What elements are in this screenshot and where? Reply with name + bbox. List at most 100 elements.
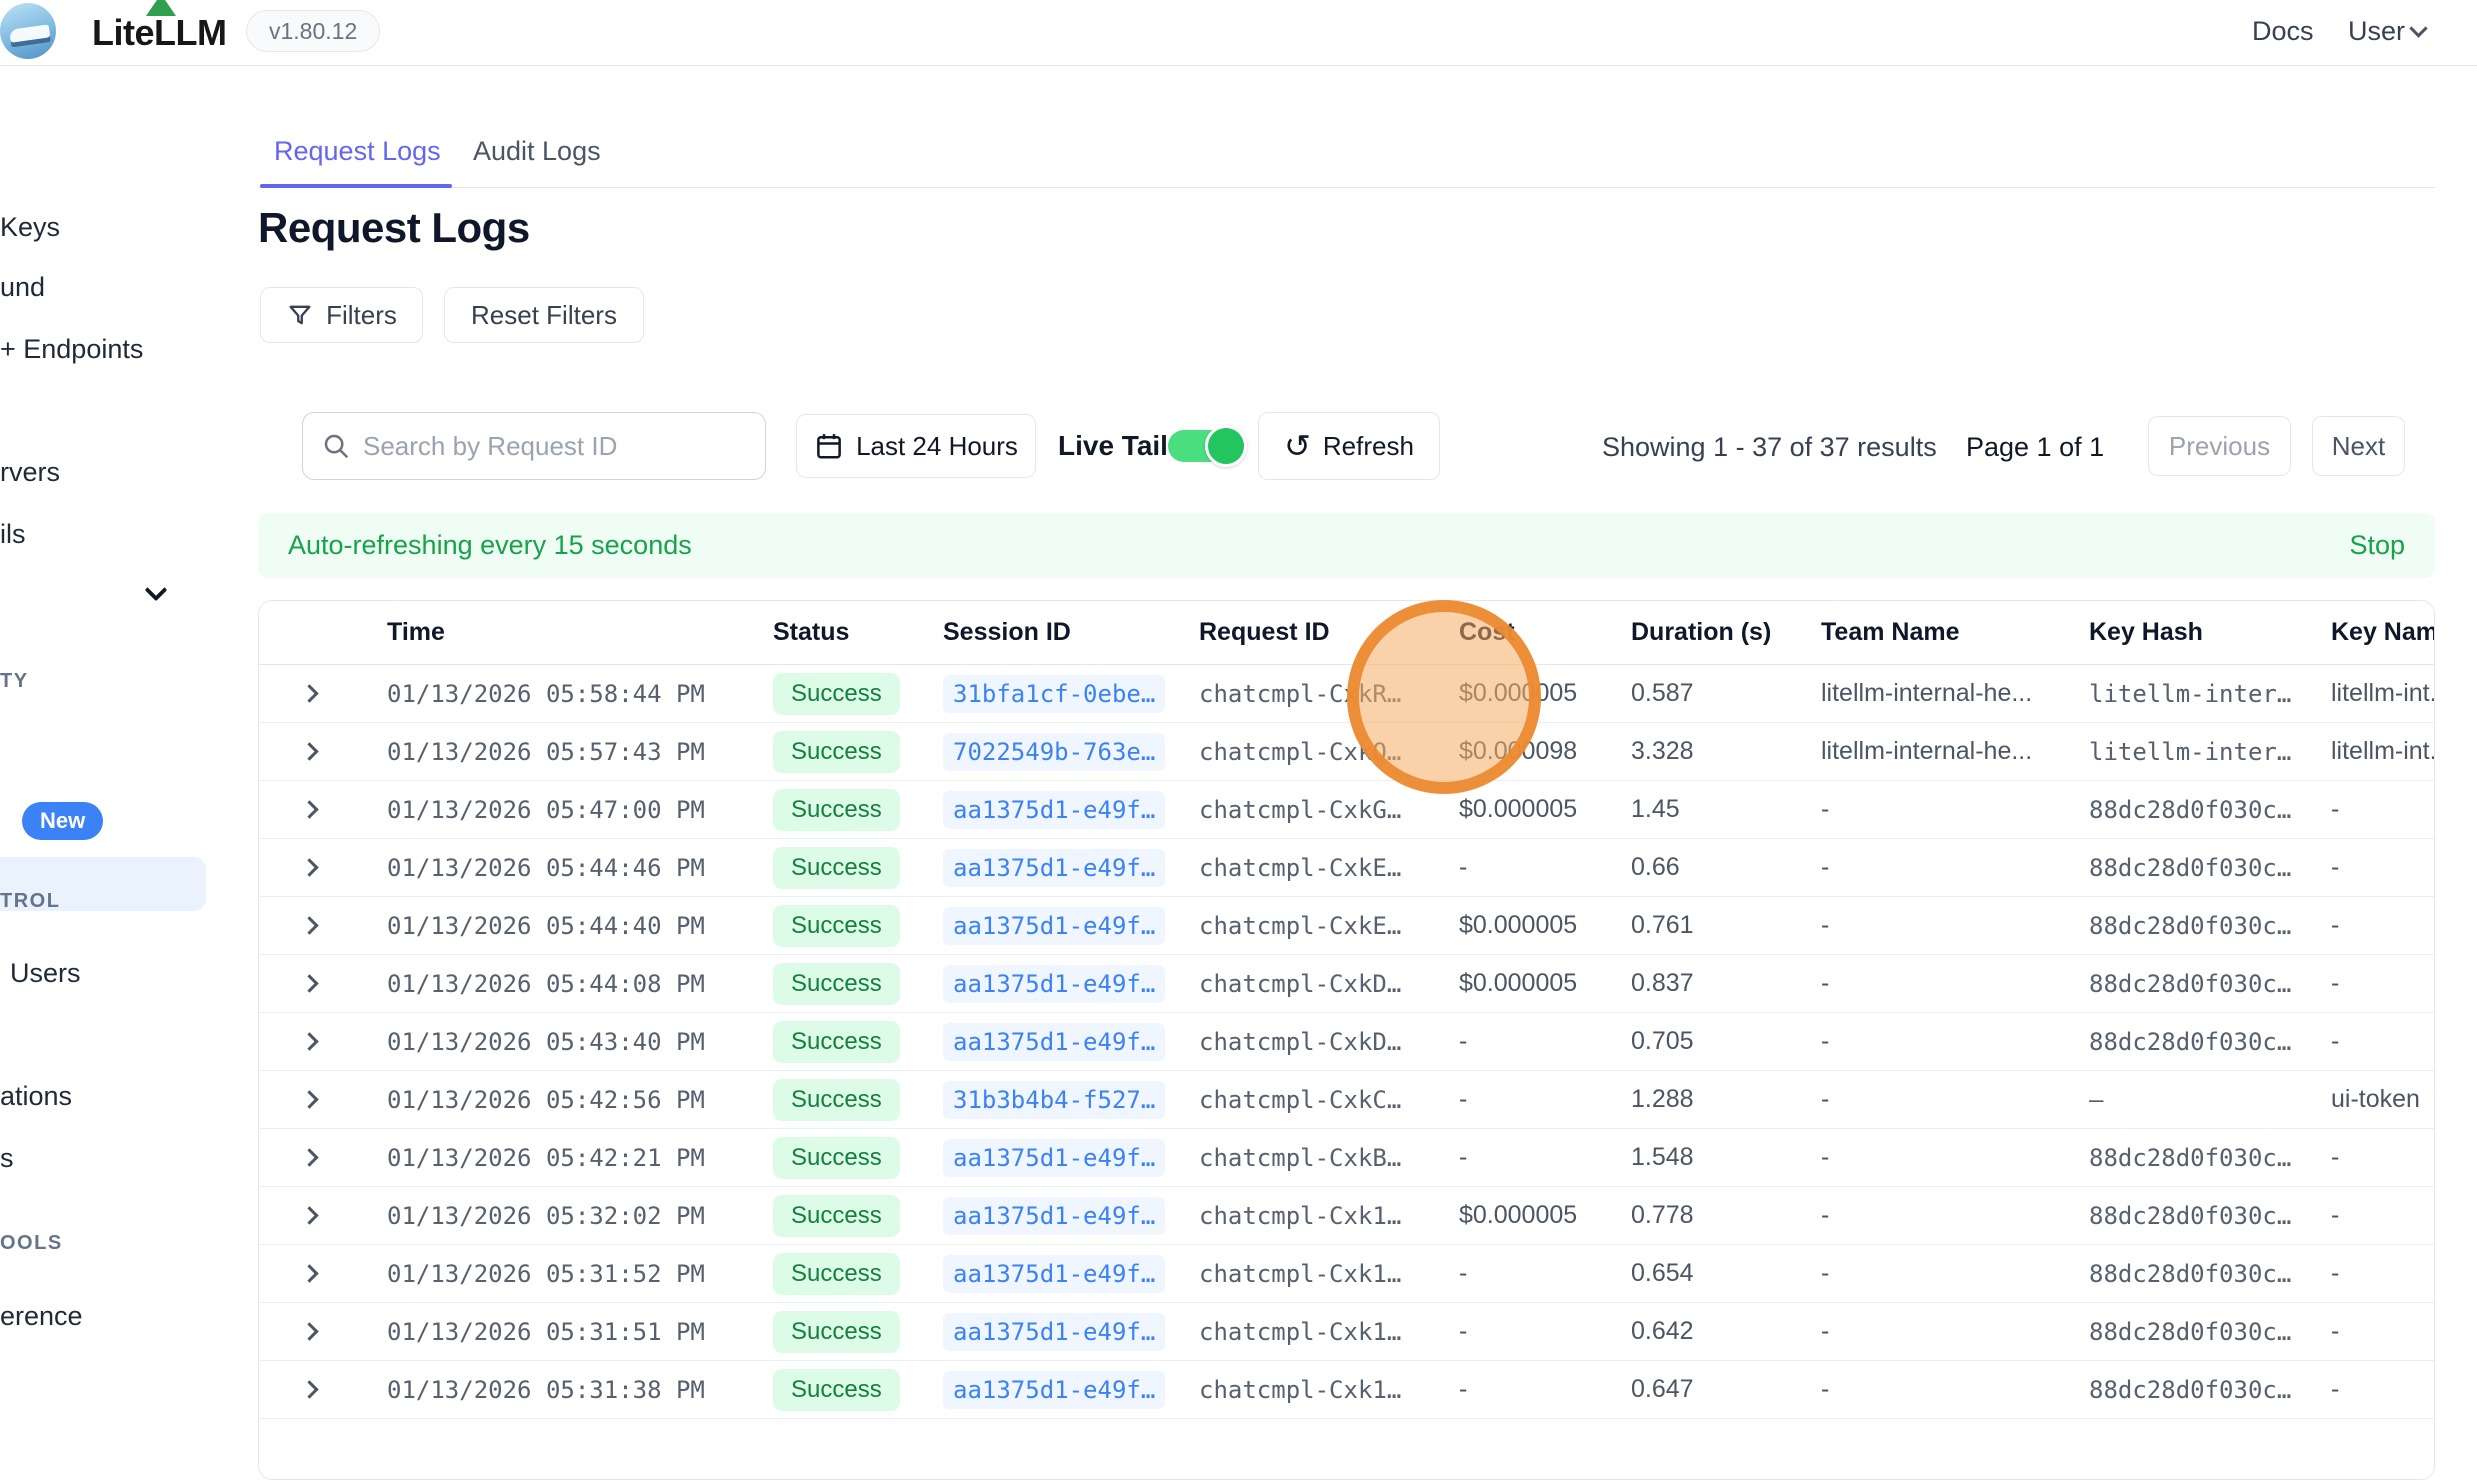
expand-row-chevron-icon[interactable] bbox=[300, 800, 318, 818]
table-row[interactable]: 01/13/2026 05:43:40 PM Success aa1375d1-… bbox=[259, 1013, 2434, 1071]
expand-row-chevron-icon[interactable] bbox=[300, 916, 318, 934]
cell-request-id: chatcmpl-CxkC… bbox=[1199, 1086, 1459, 1114]
cell-time: 01/13/2026 05:44:40 PM bbox=[387, 912, 773, 940]
sidebar-item-playground[interactable]: und bbox=[0, 272, 45, 303]
tab-request-logs[interactable]: Request Logs bbox=[274, 136, 441, 167]
session-id-link[interactable]: aa1375d1-e49f… bbox=[943, 1197, 1165, 1235]
table-row[interactable]: 01/13/2026 05:47:00 PM Success aa1375d1-… bbox=[259, 781, 2434, 839]
tab-audit-logs[interactable]: Audit Logs bbox=[473, 136, 601, 167]
cell-request-id: chatcmpl-Cxk1… bbox=[1199, 1376, 1459, 1404]
sidebar-collapse-chevron-icon[interactable] bbox=[145, 579, 168, 602]
funnel-icon bbox=[286, 301, 314, 329]
session-id-link[interactable]: aa1375d1-e49f… bbox=[943, 1371, 1165, 1409]
cell-duration: 0.705 bbox=[1631, 1027, 1821, 1056]
cell-key-hash: 88dc28d0f030c… bbox=[2089, 970, 2331, 998]
cell-request-id: chatcmpl-CxkB… bbox=[1199, 1144, 1459, 1172]
filters-button[interactable]: Filters bbox=[260, 287, 423, 343]
table-row[interactable]: 01/13/2026 05:32:02 PM Success aa1375d1-… bbox=[259, 1187, 2434, 1245]
cell-team-name: - bbox=[1821, 795, 2089, 824]
session-id-link[interactable]: aa1375d1-e49f… bbox=[943, 1139, 1165, 1177]
reset-filters-button[interactable]: Reset Filters bbox=[444, 287, 644, 343]
table-row[interactable]: 01/13/2026 05:44:08 PM Success aa1375d1-… bbox=[259, 955, 2434, 1013]
expand-row-chevron-icon[interactable] bbox=[300, 684, 318, 702]
cell-key-name: - bbox=[2331, 1201, 2434, 1230]
sidebar-item-organizations[interactable]: ations bbox=[0, 1081, 72, 1112]
sidebar-item-endpoints[interactable]: + Endpoints bbox=[0, 334, 143, 365]
expand-row-chevron-icon[interactable] bbox=[300, 742, 318, 760]
expand-row-chevron-icon[interactable] bbox=[300, 1322, 318, 1340]
cell-key-hash: 88dc28d0f030c… bbox=[2089, 912, 2331, 940]
sidebar-item-servers[interactable]: rvers bbox=[0, 457, 60, 488]
status-badge: Success bbox=[773, 1253, 900, 1295]
table-row[interactable]: 01/13/2026 05:42:56 PM Success 31b3b4b4-… bbox=[259, 1071, 2434, 1129]
cell-team-name: - bbox=[1821, 1201, 2089, 1230]
session-id-link[interactable]: aa1375d1-e49f… bbox=[943, 1023, 1165, 1061]
search-icon bbox=[321, 431, 351, 461]
time-range-button[interactable]: Last 24 Hours bbox=[796, 414, 1036, 478]
status-badge: Success bbox=[773, 905, 900, 947]
sidebar-item-keys[interactable]: Keys bbox=[0, 212, 60, 243]
sidebar-section-tools: OOLS bbox=[0, 1232, 63, 1255]
cell-request-id: chatcmpl-CxkE… bbox=[1199, 912, 1459, 940]
chevron-down-icon[interactable] bbox=[2409, 19, 2427, 37]
status-badge: Success bbox=[773, 1311, 900, 1353]
refresh-button[interactable]: ↺ Refresh bbox=[1258, 412, 1440, 480]
stop-auto-refresh-button[interactable]: Stop bbox=[2349, 530, 2405, 561]
toggle-knob bbox=[1205, 425, 1247, 467]
cell-time: 01/13/2026 05:58:44 PM bbox=[387, 680, 773, 708]
session-id-link[interactable]: aa1375d1-e49f… bbox=[943, 849, 1165, 887]
search-box[interactable] bbox=[302, 412, 766, 480]
table-row[interactable]: 01/13/2026 05:31:51 PM Success aa1375d1-… bbox=[259, 1303, 2434, 1361]
session-id-link[interactable]: aa1375d1-e49f… bbox=[943, 1255, 1165, 1293]
next-page-button[interactable]: Next bbox=[2312, 416, 2405, 476]
expand-row-chevron-icon[interactable] bbox=[300, 1032, 318, 1050]
live-tail-toggle[interactable] bbox=[1168, 430, 1244, 462]
table-row[interactable]: 01/13/2026 05:31:52 PM Success aa1375d1-… bbox=[259, 1245, 2434, 1303]
table-row[interactable]: 01/13/2026 05:57:43 PM Success 7022549b-… bbox=[259, 723, 2434, 781]
page-indicator: Page 1 of 1 bbox=[1966, 432, 2104, 463]
time-range-label: Last 24 Hours bbox=[856, 431, 1018, 462]
status-badge: Success bbox=[773, 1195, 900, 1237]
session-id-link[interactable]: aa1375d1-e49f… bbox=[943, 1313, 1165, 1351]
nav-docs-link[interactable]: Docs bbox=[2252, 16, 2314, 47]
session-id-link[interactable]: aa1375d1-e49f… bbox=[943, 965, 1165, 1003]
cell-team-name: - bbox=[1821, 1085, 2089, 1114]
expand-row-chevron-icon[interactable] bbox=[300, 1148, 318, 1166]
nav-user-menu[interactable]: User bbox=[2348, 16, 2405, 47]
cell-team-name: litellm-internal-he... bbox=[1821, 679, 2089, 708]
cell-key-name: ui-token bbox=[2331, 1085, 2434, 1114]
session-id-link[interactable]: 7022549b-763e… bbox=[943, 733, 1165, 771]
table-row[interactable]: 01/13/2026 05:44:40 PM Success aa1375d1-… bbox=[259, 897, 2434, 955]
session-id-link[interactable]: 31bfa1cf-0ebe… bbox=[943, 675, 1165, 713]
session-id-link[interactable]: aa1375d1-e49f… bbox=[943, 791, 1165, 829]
results-count-text: Showing 1 - 37 of 37 results bbox=[1602, 432, 1937, 463]
cell-team-name: - bbox=[1821, 853, 2089, 882]
cell-key-name: - bbox=[2331, 1317, 2434, 1346]
cell-cost: - bbox=[1459, 1027, 1631, 1056]
previous-page-button[interactable]: Previous bbox=[2148, 416, 2291, 476]
status-badge: Success bbox=[773, 731, 900, 773]
table-row[interactable]: 01/13/2026 05:42:21 PM Success aa1375d1-… bbox=[259, 1129, 2434, 1187]
expand-row-chevron-icon[interactable] bbox=[300, 1380, 318, 1398]
cell-request-id: chatcmpl-CxkE… bbox=[1199, 854, 1459, 882]
expand-row-chevron-icon[interactable] bbox=[300, 858, 318, 876]
sidebar-item-guardrails[interactable]: ils bbox=[0, 519, 26, 550]
table-row[interactable]: 01/13/2026 05:44:46 PM Success aa1375d1-… bbox=[259, 839, 2434, 897]
sidebar-item-internal-users[interactable]: Users bbox=[10, 958, 81, 989]
sidebar-section-observability: TY bbox=[0, 670, 29, 693]
cell-duration: 1.548 bbox=[1631, 1143, 1821, 1172]
expand-row-chevron-icon[interactable] bbox=[300, 974, 318, 992]
search-input[interactable] bbox=[363, 431, 723, 462]
sidebar-item-api-reference[interactable]: erence bbox=[0, 1301, 83, 1332]
expand-row-chevron-icon[interactable] bbox=[300, 1206, 318, 1224]
app-logo-text: LiteLLM bbox=[92, 12, 226, 54]
session-id-link[interactable]: 31b3b4b4-f527… bbox=[943, 1081, 1165, 1119]
table-header-row: Time Status Session ID Request ID Cost D… bbox=[259, 601, 2434, 665]
sidebar-item-teams[interactable]: s bbox=[0, 1143, 14, 1174]
expand-row-chevron-icon[interactable] bbox=[300, 1090, 318, 1108]
expand-row-chevron-icon[interactable] bbox=[300, 1264, 318, 1282]
cell-key-hash: litellm-inter… bbox=[2089, 738, 2331, 766]
table-row[interactable]: 01/13/2026 05:31:38 PM Success aa1375d1-… bbox=[259, 1361, 2434, 1419]
sidebar-section-access-control: TROL bbox=[0, 890, 60, 913]
session-id-link[interactable]: aa1375d1-e49f… bbox=[943, 907, 1165, 945]
